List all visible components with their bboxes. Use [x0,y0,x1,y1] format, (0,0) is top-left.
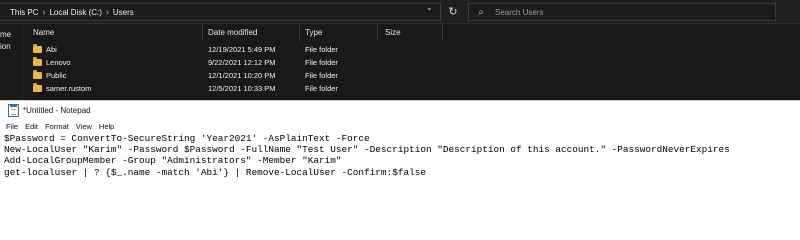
folder-icon [33,70,42,79]
nav-item-partial[interactable]: ion [0,42,11,51]
search-input[interactable]: ⌕ Search Users [468,3,776,21]
notepad-window: *Untitled - Notepad File Edit Format Vie… [0,100,800,202]
refresh-button[interactable]: ↻ [445,3,461,19]
menu-edit[interactable]: Edit [25,122,38,131]
file-row[interactable]: Lenovo 9/22/2021 12:12 PM File folder [22,57,442,69]
menu-bar: File Edit Format View Help [0,120,800,133]
breadcrumb-local-disk[interactable]: Local Disk (C:) [47,8,103,17]
menu-help[interactable]: Help [99,122,114,131]
folder-icon [33,44,42,53]
chevron-right-icon[interactable]: › [104,7,111,17]
notepad-icon [8,104,19,117]
breadcrumb-users[interactable]: Users [111,8,136,17]
editor-line: $Password = ConvertTo-SecureString 'Year… [4,133,370,144]
refresh-icon: ↻ [448,5,458,18]
folder-icon [33,57,42,66]
file-type: File folder [305,58,338,67]
file-explorer-window: This PC › Local Disk (C:) › Users ⌄ ↻ ⌕ … [0,0,800,100]
file-name: Public [46,71,67,80]
file-type: File folder [305,84,338,93]
file-row[interactable]: samer.rustom 12/5/2021 10:33 PM File fol… [22,83,442,95]
editor-line: New-LocalUser "Karim" -Password $Passwor… [4,144,730,156]
editor-line: get-localuser | ? {$_.name -match 'Abi'}… [4,166,426,178]
chevron-right-icon[interactable]: › [40,7,47,17]
file-type: File folder [305,71,338,80]
search-placeholder: Search Users [495,7,544,17]
menu-file[interactable]: File [6,122,18,131]
file-name: Lenovo [46,58,71,67]
file-date: 12/1/2021 10:20 PM [208,71,276,80]
folder-icon [33,83,42,92]
chevron-down-icon[interactable]: ⌄ [426,3,433,12]
file-type: File folder [305,45,338,54]
navigation-pane[interactable]: me ion [0,24,23,100]
column-divider[interactable] [377,24,378,41]
column-divider[interactable] [299,24,300,41]
file-list: Abi 12/19/2021 5:49 PM File folder Lenov… [22,41,800,100]
file-date: 12/19/2021 5:49 PM [208,45,276,54]
editor-line: Add-LocalGroupMember -Group "Administrat… [4,155,342,167]
breadcrumb-this-pc[interactable]: This PC [0,8,40,17]
file-name: Abi [46,45,57,54]
column-header-date-modified[interactable]: Date modified [208,28,257,37]
file-date: 9/22/2021 12:12 PM [208,58,276,67]
column-header-type[interactable]: Type [305,28,322,37]
column-divider[interactable] [442,24,443,41]
address-bar-row: This PC › Local Disk (C:) › Users ⌄ ↻ ⌕ … [0,0,800,24]
file-row[interactable]: Public 12/1/2021 10:20 PM File folder [22,70,442,82]
address-bar[interactable]: This PC › Local Disk (C:) › Users [0,3,441,21]
menu-format[interactable]: Format [45,122,69,131]
text-editor[interactable]: $Password = ConvertTo-SecureString 'Year… [0,133,800,202]
column-header-row: Name Date modified Type Size [22,24,800,41]
nav-item-partial[interactable]: me [0,30,11,39]
menu-view[interactable]: View [76,122,92,131]
file-row[interactable]: Abi 12/19/2021 5:49 PM File folder [22,44,442,56]
column-header-size[interactable]: Size [385,28,401,37]
window-title: *Untitled - Notepad [23,106,91,115]
column-header-name[interactable]: Name [33,28,54,37]
search-icon: ⌕ [478,6,484,18]
file-date: 12/5/2021 10:33 PM [208,84,276,93]
file-name: samer.rustom [46,84,92,93]
column-divider[interactable] [202,24,203,41]
notepad-title-bar[interactable]: *Untitled - Notepad [0,101,800,120]
